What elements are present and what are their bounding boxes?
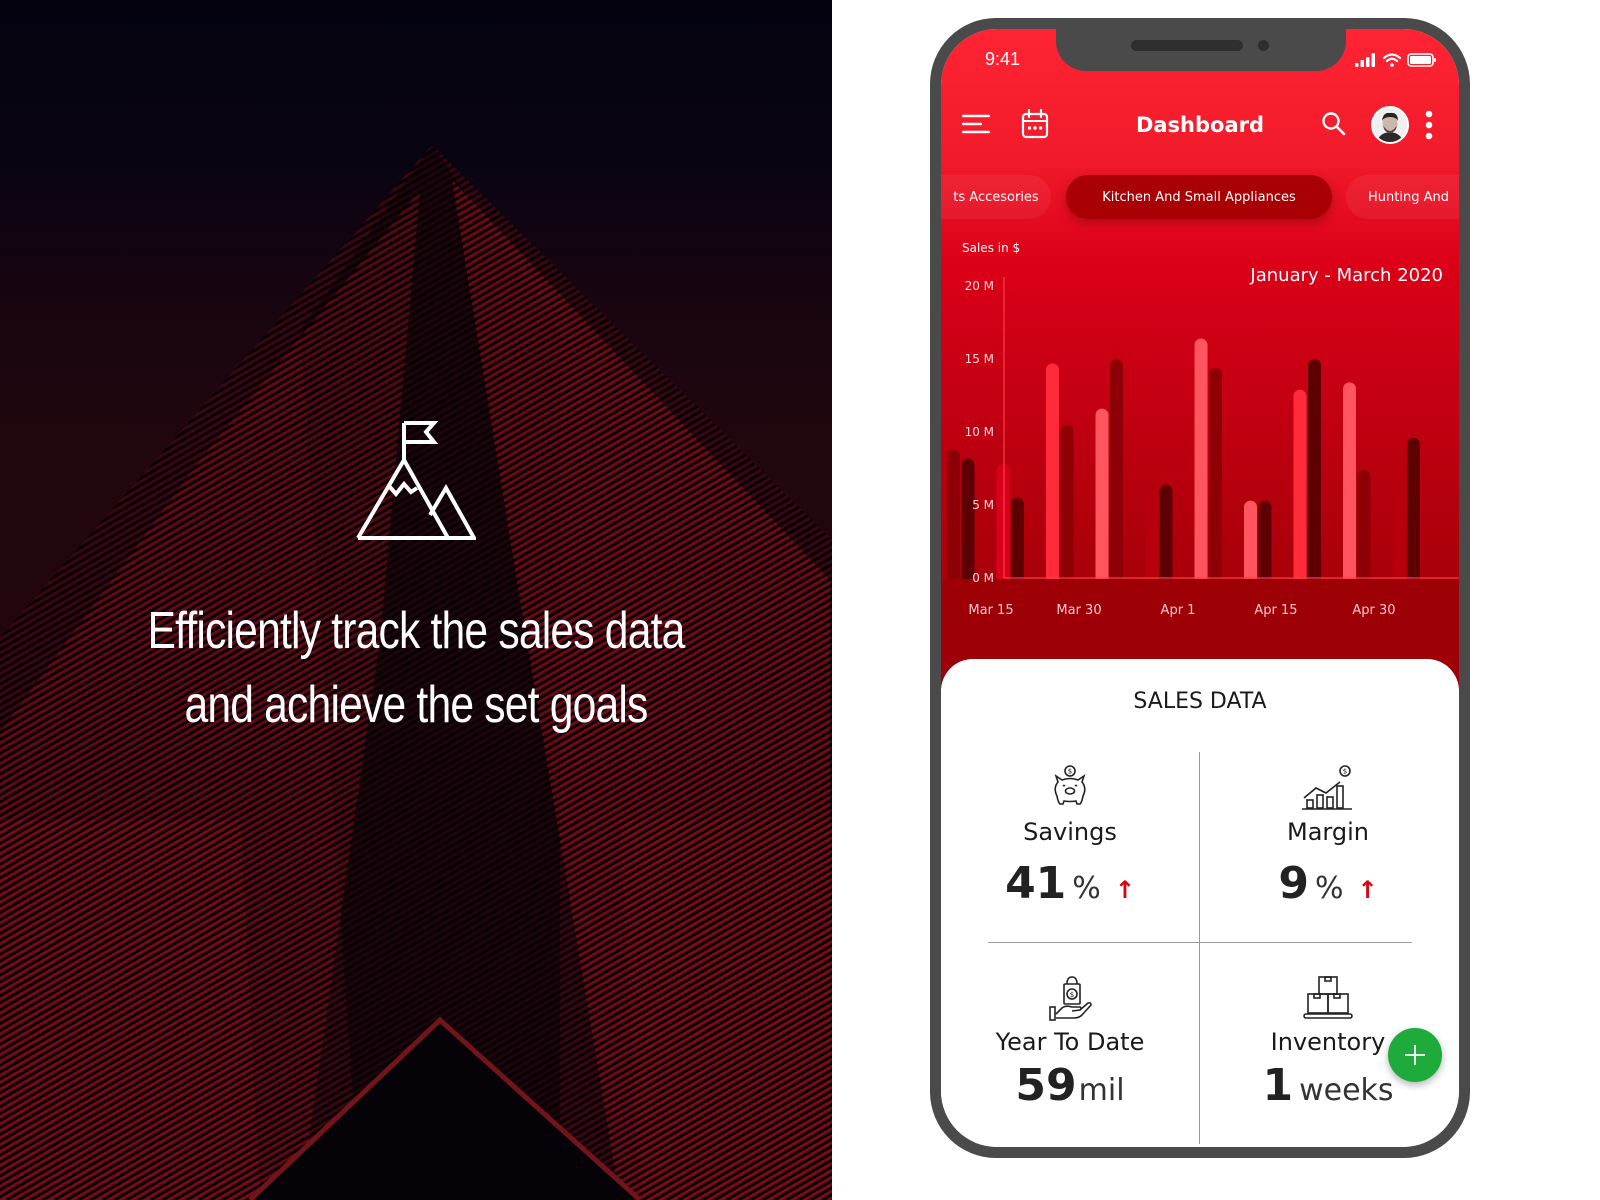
chart-bar[interactable] [1343,382,1356,584]
chart-bar[interactable] [947,449,960,584]
promo-panel: Efficiently track the sales data and ach… [0,0,832,1200]
boxes-icon [1303,976,1353,1019]
tagline-line-1: Efficiently track the sales data [147,602,685,660]
stat-number: 1 [1262,1060,1294,1111]
chart-bar[interactable] [1159,484,1173,584]
sales-chart: Sales in $ January - March 2020 0 M5 M 10… [941,229,1459,649]
stat-margin[interactable]: $ Margin 9 % ↑ [1199,764,1457,909]
chart-bar[interactable] [1194,338,1208,584]
stat-label: Margin [1287,818,1369,846]
status-time: 9:41 [985,49,1021,69]
stat-number: 41 [1005,858,1067,909]
growth-chart-icon: $ [1302,765,1352,810]
svg-text:$: $ [1070,991,1074,999]
y-tick-label: 0 M [972,571,994,585]
svg-text:$: $ [1068,768,1072,776]
x-tick-label: Apr 15 [1254,603,1297,618]
chart-bar[interactable] [1392,487,1406,584]
y-tick-label: 20 M [965,279,994,293]
chart-bar[interactable] [1145,493,1158,584]
chart-bar[interactable] [1308,359,1321,584]
stat-value: 9 % ↑ [1199,858,1457,909]
tagline-line-2: and achieve the set goals [184,676,648,734]
chart-bar[interactable] [1046,363,1059,584]
chart-bar[interactable] [1011,497,1024,584]
battery-icon [1407,53,1436,67]
x-tick-label: Mar 30 [1056,603,1101,618]
stat-label: Savings [1023,818,1117,846]
grid-divider-horizontal [988,942,1412,943]
y-tick-label: 15 M [965,352,994,366]
stat-number: 59 [1015,1060,1077,1111]
category-tabs: ts Accesories Kitchen And Small Applianc… [941,171,1459,219]
status-icons [1355,53,1437,67]
speaker [1131,40,1243,51]
card-title: SALES DATA [1133,689,1267,714]
chart-bar[interactable] [1110,359,1123,584]
stat-unit: mil [1078,1073,1125,1108]
chart-bar[interactable] [961,458,975,584]
chart-bar[interactable] [996,464,1010,584]
chart-canvas: 0 M 5 M 10 M 15 M 20 M Mar 15 Mar 30 Apr 1 Apr … [941,277,1459,649]
chart-bar[interactable] [1095,408,1109,584]
sales-data-card: SALES DATA $ Savings 41 % ↑ $ Margin 9 %… [941,659,1459,1147]
promo-tagline: Efficiently track the sales data and ach… [75,594,757,742]
camera [1258,40,1269,51]
phone-notch [1056,29,1346,71]
trend-up-icon: ↑ [1114,876,1135,904]
search-icon[interactable] [1321,111,1347,137]
svg-text:$: $ [1343,768,1347,776]
wifi-icon [1383,53,1401,67]
piggy-bank-icon: $ [1054,765,1086,805]
phone-frame: 9:41 Dashboard ts Accesories Kitchen And… [930,18,1470,1158]
stat-year-to-date[interactable]: $ Year To Date 59 mil [941,974,1199,1111]
signal-icon [1355,53,1375,67]
tab-accessories[interactable]: ts Accesories [941,175,1051,219]
stat-savings[interactable]: $ Savings 41 % ↑ [941,764,1199,909]
stat-number: 9 [1278,858,1309,909]
chart-bar[interactable] [1407,437,1420,584]
stat-value: 41 % ↑ [941,858,1199,909]
chart-bar[interactable] [1060,424,1074,584]
mountain-flag-icon [356,421,476,540]
stat-value: 59 mil [941,1060,1199,1111]
tab-kitchen-appliances[interactable]: Kitchen And Small Appliances [1066,175,1332,219]
stat-label: Year To Date [995,1028,1145,1056]
chart-bar[interactable] [1357,469,1371,584]
chart-bar[interactable] [1258,500,1272,584]
plus-icon [1405,1045,1425,1065]
app-bar: Dashboard [941,99,1459,149]
chart-bar[interactable] [1209,367,1222,584]
x-tick-label: Mar 15 [968,603,1013,618]
stat-unit: % [1072,871,1101,906]
promo-hero: Efficiently track the sales data and ach… [0,420,832,742]
chart-bar[interactable] [1244,500,1257,584]
y-tick-label: 10 M [965,425,994,439]
tab-hunting[interactable]: Hunting And [1346,175,1459,219]
money-bag-hand-icon: $ [1049,976,1092,1021]
phone-screen: 9:41 Dashboard ts Accesories Kitchen And… [941,29,1459,1147]
y-tick-label: 5 M [972,498,994,512]
header-area: 9:41 Dashboard ts Accesories Kitchen And… [941,29,1459,689]
avatar[interactable] [1371,106,1409,144]
x-tick-label: Apr 30 [1352,603,1395,618]
user-photo [1373,108,1407,142]
trend-up-icon: ↑ [1357,876,1378,904]
x-tick-label: Apr 1 [1161,603,1196,618]
more-vert-icon[interactable] [1425,110,1433,140]
chart-bar[interactable] [1293,389,1307,584]
stat-unit: weeks [1299,1073,1394,1108]
stat-unit: % [1315,871,1344,906]
add-fab-button[interactable] [1388,1028,1442,1082]
